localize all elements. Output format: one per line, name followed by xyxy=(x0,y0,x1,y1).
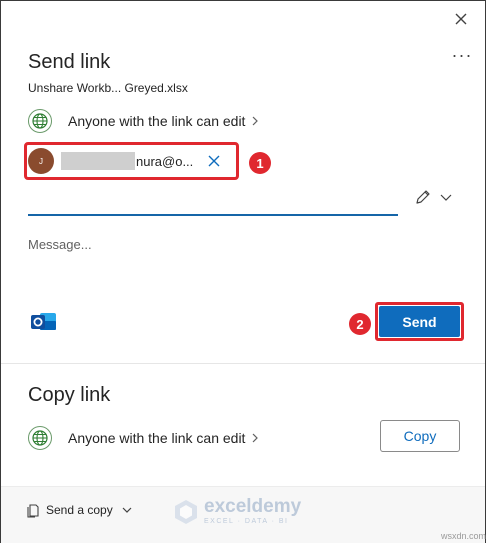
send-button[interactable]: Send xyxy=(379,306,460,337)
step-badge-1: 1 xyxy=(249,152,271,174)
dialog-title: Send link xyxy=(28,51,111,73)
share-dialog: ··· Send link Unshare Workb... Greyed.xl… xyxy=(0,0,486,543)
outlook-icon[interactable] xyxy=(28,307,60,337)
avatar: J xyxy=(28,148,54,174)
copy-permission-label: Anyone with the link can edit xyxy=(68,430,246,446)
copy-button[interactable]: Copy xyxy=(380,420,460,452)
section-divider xyxy=(1,363,485,364)
chevron-down-icon xyxy=(440,194,452,201)
dismiss-icon[interactable] xyxy=(207,154,221,168)
permission-edit-button[interactable] xyxy=(413,187,455,207)
copy-link-title: Copy link xyxy=(28,384,111,406)
link-permission-setting[interactable]: Anyone with the link can edit xyxy=(28,109,259,133)
send-a-copy-label: Send a copy xyxy=(46,503,113,517)
exceldemy-logo-icon xyxy=(175,499,197,524)
document-copy-icon xyxy=(27,504,39,518)
chevron-right-icon xyxy=(253,116,259,126)
close-button[interactable] xyxy=(449,7,473,31)
more-options-button[interactable]: ··· xyxy=(450,43,474,67)
close-icon xyxy=(455,13,467,25)
watermark-tagline: EXCEL · DATA · BI xyxy=(204,518,289,525)
recipient-input-underline[interactable] xyxy=(28,214,398,216)
chevron-down-icon xyxy=(122,507,132,513)
copy-link-permission-setting[interactable]: Anyone with the link can edit xyxy=(28,426,259,450)
corner-watermark: wsxdn.com xyxy=(441,531,486,541)
step-badge-2: 2 xyxy=(349,313,371,335)
message-input[interactable]: Message... xyxy=(28,237,92,252)
more-icon: ··· xyxy=(451,45,473,65)
permission-label: Anyone with the link can edit xyxy=(68,113,246,129)
chevron-right-icon xyxy=(253,433,259,443)
pencil-icon xyxy=(416,190,430,204)
recipient-email: nura@o... xyxy=(136,153,194,169)
exceldemy-watermark: exceldemy EXCEL · DATA · BI xyxy=(172,497,301,526)
globe-icon xyxy=(28,426,52,450)
recipient-chip[interactable]: J nura@o... xyxy=(28,146,234,176)
watermark-name: exceldemy xyxy=(204,496,302,517)
send-a-copy-button[interactable]: Send a copy xyxy=(26,500,133,520)
globe-icon xyxy=(28,109,52,133)
redacted-name xyxy=(61,152,135,170)
file-name: Unshare Workb... Greyed.xlsx xyxy=(28,81,188,95)
